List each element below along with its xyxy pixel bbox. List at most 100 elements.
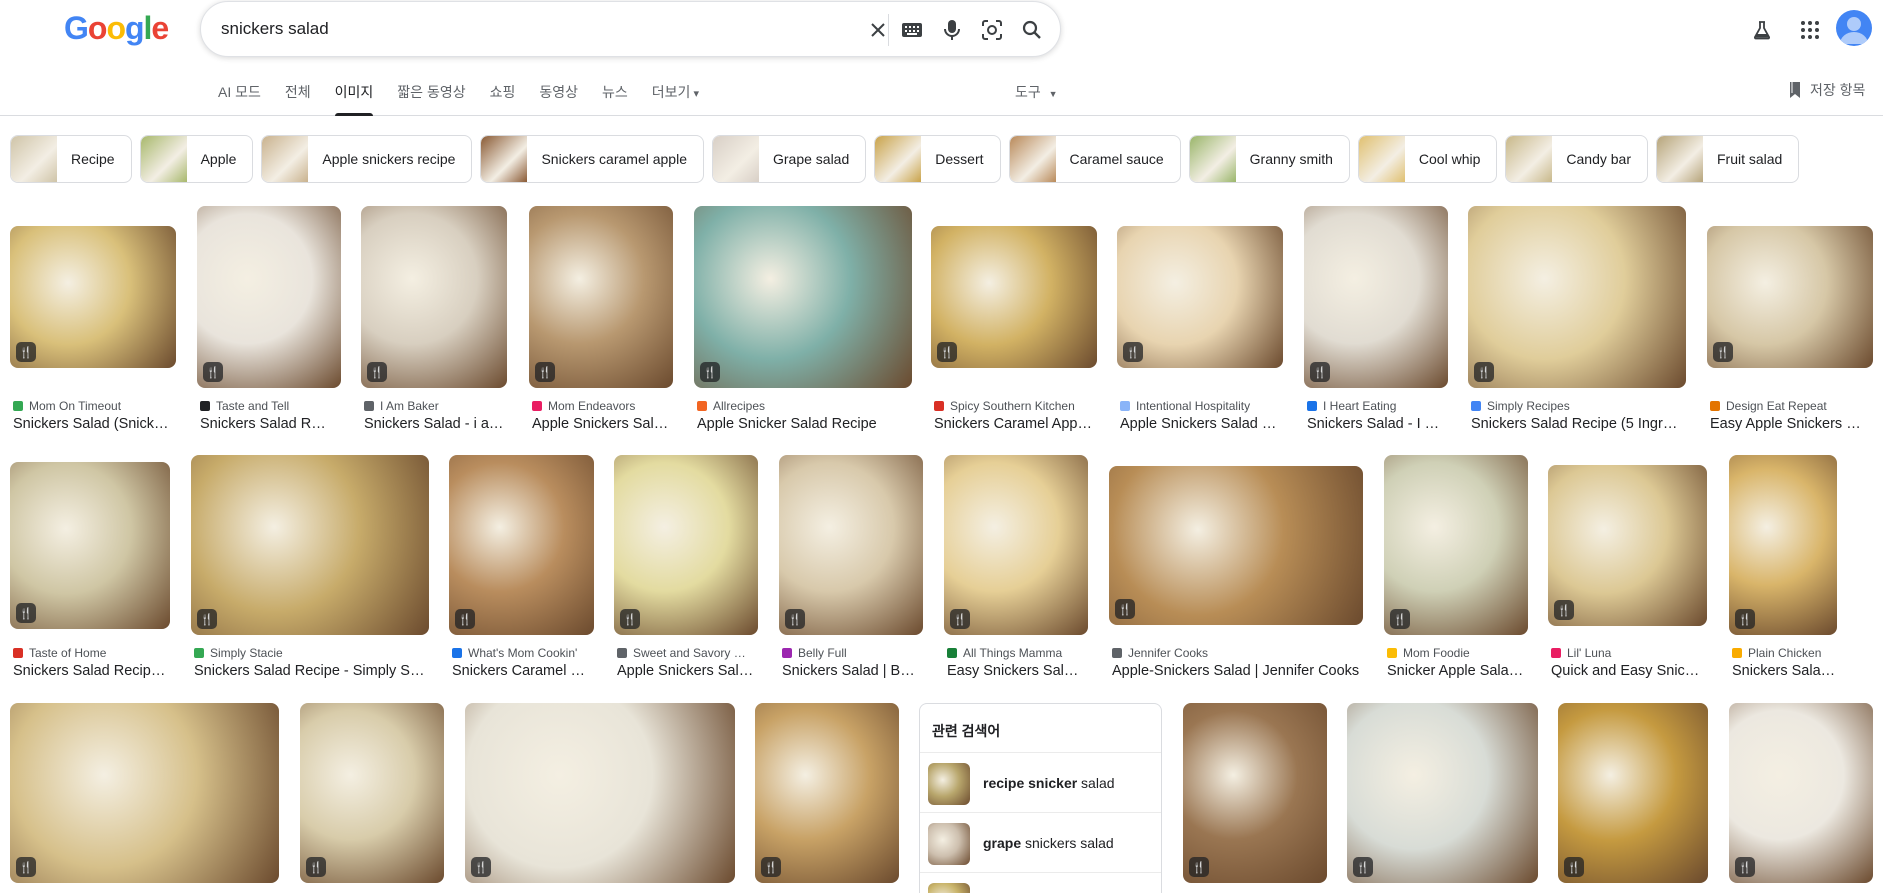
result-source[interactable]: Sweet and Savory … bbox=[617, 646, 761, 660]
result-title[interactable]: Snicker Apple Sala… bbox=[1387, 663, 1527, 679]
tab-4[interactable]: 쇼핑 bbox=[490, 82, 516, 116]
result-image[interactable]: 🍴 bbox=[755, 703, 899, 883]
image-result[interactable]: 🍴 Mom Foodie Snicker Apple Sala… bbox=[1384, 455, 1528, 683]
result-image[interactable]: 🍴 bbox=[1558, 703, 1708, 883]
image-result[interactable]: 🍴 Lil' Luna Quick and Easy Snic… bbox=[1548, 455, 1707, 683]
result-image[interactable]: 🍴 bbox=[614, 455, 758, 635]
result-image[interactable]: 🍴 bbox=[10, 703, 279, 883]
related-search-item[interactable] bbox=[920, 872, 1161, 893]
search-input[interactable]: snickers salad bbox=[221, 19, 329, 39]
result-image[interactable]: 🍴 bbox=[1347, 703, 1538, 883]
result-source[interactable]: Simply Recipes bbox=[1471, 399, 1689, 413]
chip-snickers-caramel-apple[interactable]: Snickers caramel apple bbox=[480, 135, 704, 183]
result-image[interactable]: 🍴 bbox=[944, 455, 1088, 635]
result-image[interactable]: 🍴 bbox=[191, 455, 429, 635]
result-title[interactable]: Snickers Caramel … bbox=[452, 663, 593, 679]
result-title[interactable]: Easy Apple Snickers … bbox=[1710, 416, 1872, 432]
result-image[interactable]: 🍴 bbox=[1183, 703, 1327, 883]
result-title[interactable]: Apple Snickers Salad … bbox=[1120, 416, 1282, 432]
result-image[interactable]: 🍴 bbox=[1384, 455, 1528, 635]
labs-flask-icon[interactable] bbox=[1746, 14, 1778, 46]
result-image[interactable]: 🍴 bbox=[1117, 226, 1283, 368]
result-source[interactable]: Plain Chicken bbox=[1732, 646, 1840, 660]
image-result[interactable]: 🍴 bbox=[300, 703, 444, 883]
image-result[interactable]: 🍴 bbox=[465, 703, 735, 883]
image-result[interactable]: 🍴 bbox=[1347, 703, 1538, 883]
tab-5[interactable]: 동영상 bbox=[539, 82, 578, 116]
result-source[interactable]: All Things Mamma bbox=[947, 646, 1091, 660]
tab-6[interactable]: 뉴스 bbox=[602, 82, 628, 116]
result-image[interactable]: 🍴 bbox=[465, 703, 735, 883]
result-title[interactable]: Apple Snickers Sal… bbox=[617, 663, 757, 679]
tab-7[interactable]: 더보기 ▾ bbox=[652, 82, 699, 116]
image-result[interactable]: 🍴 Allrecipes Apple Snicker Salad Recipe bbox=[694, 206, 912, 434]
result-source[interactable]: Allrecipes bbox=[697, 399, 915, 413]
result-source[interactable]: Belly Full bbox=[782, 646, 926, 660]
result-title[interactable]: Snickers Salad - Pl… bbox=[1732, 663, 1836, 679]
image-result[interactable]: 🍴 Mom Endeavors Apple Snickers Sal… bbox=[529, 206, 673, 434]
camera-lens-icon[interactable] bbox=[978, 16, 1006, 44]
result-title[interactable]: Snickers Salad Recip… bbox=[13, 663, 169, 679]
result-image[interactable]: 🍴 bbox=[1109, 466, 1363, 625]
image-result[interactable]: 🍴 Design Eat Repeat Easy Apple Snickers … bbox=[1707, 206, 1873, 434]
image-result[interactable]: 🍴 bbox=[1729, 703, 1873, 883]
result-image[interactable]: 🍴 bbox=[1707, 226, 1873, 368]
related-search-item[interactable]: grape snickers salad bbox=[920, 812, 1161, 872]
result-source[interactable]: I Am Baker bbox=[364, 399, 510, 413]
keyboard-icon[interactable] bbox=[898, 16, 926, 44]
chip-cool-whip[interactable]: Cool whip bbox=[1357, 135, 1498, 183]
microphone-icon[interactable] bbox=[938, 16, 966, 44]
image-result[interactable]: 🍴 Simply Recipes Snickers Salad Recipe (5 … bbox=[1468, 206, 1686, 434]
result-source[interactable]: I Heart Eating bbox=[1307, 399, 1451, 413]
result-title[interactable]: Apple-Snickers Salad | Jennifer Cooks bbox=[1112, 663, 1362, 679]
image-result[interactable]: 🍴 bbox=[755, 703, 899, 883]
result-image[interactable]: 🍴 bbox=[10, 462, 170, 629]
image-result[interactable]: 🍴 Jennifer Cooks Apple-Snickers Salad | Je… bbox=[1109, 455, 1363, 683]
image-result[interactable]: 🍴 Spicy Southern Kitchen Snickers Caramel … bbox=[931, 206, 1097, 434]
search-icon[interactable] bbox=[1018, 16, 1046, 44]
image-result[interactable]: 🍴 Sweet and Savory … Apple Snickers Sal… bbox=[614, 455, 758, 683]
result-title[interactable]: Quick and Easy Snic… bbox=[1551, 663, 1706, 679]
saved-items-button[interactable]: 저장 항목 bbox=[1788, 80, 1865, 100]
image-result[interactable]: 🍴 Belly Full Snickers Salad | B… bbox=[779, 455, 923, 683]
result-image[interactable]: 🍴 bbox=[779, 455, 923, 635]
result-source[interactable]: Design Eat Repeat bbox=[1710, 399, 1876, 413]
result-image[interactable]: 🍴 bbox=[1468, 206, 1686, 388]
image-result[interactable]: 🍴 bbox=[1183, 703, 1327, 883]
result-image[interactable]: 🍴 bbox=[529, 206, 673, 388]
image-result[interactable]: 🍴 bbox=[1558, 703, 1708, 883]
result-title[interactable]: Snickers Salad Recipe - Simply S… bbox=[194, 663, 428, 679]
result-title[interactable]: Apple Snicker Salad Recipe bbox=[697, 416, 911, 432]
result-source[interactable]: Simply Stacie bbox=[194, 646, 432, 660]
result-title[interactable]: Snickers Salad - I … bbox=[1307, 416, 1447, 432]
apps-grid-icon[interactable] bbox=[1794, 14, 1826, 46]
result-title[interactable]: Snickers Caramel App… bbox=[934, 416, 1096, 432]
image-result[interactable]: 🍴 I Heart Eating Snickers Salad - I … bbox=[1304, 206, 1448, 434]
result-source[interactable]: Jennifer Cooks bbox=[1112, 646, 1366, 660]
image-result[interactable]: 🍴 Taste of Home Snickers Salad Recip… bbox=[10, 455, 170, 683]
result-image[interactable]: 🍴 bbox=[10, 226, 176, 368]
result-title[interactable]: Snickers Salad Recipe (5 Ingr… bbox=[1471, 416, 1685, 432]
image-result[interactable]: 🍴 What's Mom Cookin' Snickers Caramel … bbox=[449, 455, 594, 683]
image-result[interactable]: 🍴 Intentional Hospitality Apple Snickers S… bbox=[1117, 206, 1283, 434]
result-title[interactable]: Snickers Salad Re… bbox=[200, 416, 328, 432]
image-result[interactable]: 🍴 Mom On Timeout Snickers Salad (Snick… bbox=[10, 206, 223, 434]
tab-2[interactable]: 이미지 bbox=[334, 82, 373, 116]
image-result[interactable]: 🍴 I Am Baker Snickers Salad - i a… bbox=[361, 206, 507, 434]
result-title[interactable]: Snickers Salad (Snick… bbox=[13, 416, 222, 432]
result-image[interactable]: 🍴 bbox=[1548, 465, 1707, 626]
avatar[interactable] bbox=[1836, 10, 1872, 46]
result-source[interactable]: Lil' Luna bbox=[1551, 646, 1710, 660]
result-image[interactable]: 🍴 bbox=[197, 206, 341, 388]
image-result[interactable]: 🍴 Taste and Tell Snickers Salad Re… bbox=[197, 206, 341, 434]
tab-1[interactable]: 전체 bbox=[285, 82, 311, 116]
result-source[interactable]: Taste and Tell bbox=[200, 399, 332, 413]
image-result[interactable]: 🍴 Simply Stacie Snickers Salad Recipe - Si… bbox=[191, 455, 429, 683]
tab-3[interactable]: 짧은 동영상 bbox=[397, 82, 465, 116]
result-image[interactable]: 🍴 bbox=[1729, 703, 1873, 883]
result-title[interactable]: Snickers Salad | B… bbox=[782, 663, 922, 679]
result-image[interactable]: 🍴 bbox=[300, 703, 444, 883]
result-source[interactable]: What's Mom Cookin' bbox=[452, 646, 597, 660]
chip-dessert[interactable]: Dessert bbox=[874, 135, 1001, 183]
chip-apple-snickers-recipe[interactable]: Apple snickers recipe bbox=[261, 135, 473, 183]
